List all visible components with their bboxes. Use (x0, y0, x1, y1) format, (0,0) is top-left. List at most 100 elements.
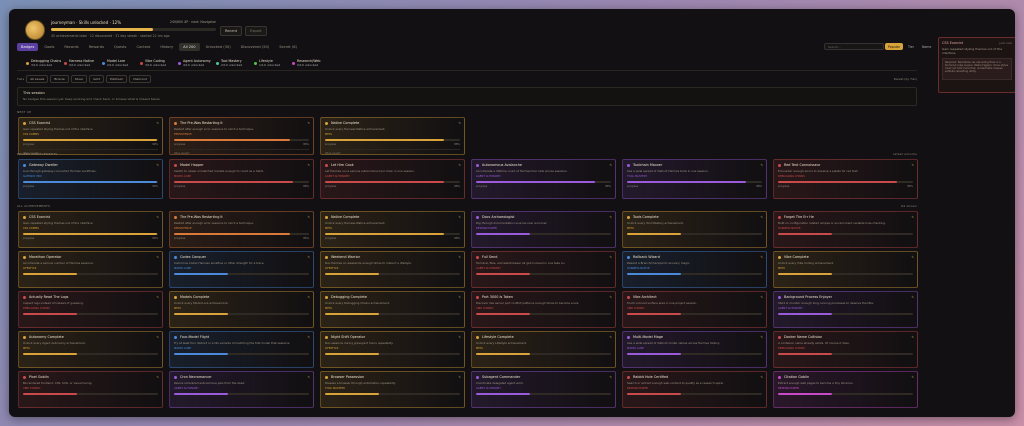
achievement-card[interactable]: CSS Exorcist Gain repeated styling themes… (18, 211, 163, 248)
achievement-card[interactable]: Citation Goblin Extract enough web pages … (773, 371, 918, 408)
pin-icon[interactable]: ✎ (156, 215, 159, 219)
pin-icon[interactable]: ✎ (609, 335, 612, 339)
achievement-card[interactable]: Docker Name Collision A container name al… (773, 331, 918, 368)
pin-icon[interactable]: ✎ (156, 335, 159, 339)
filter-name[interactable]: Name (919, 43, 934, 50)
category-debugging-chains[interactable]: Debugging Chains 3/10 unlocked (26, 59, 61, 70)
tier-chip[interactable]: Gold (89, 75, 105, 83)
category-research-web[interactable]: Research/Web 0/10 unlocked (292, 59, 320, 70)
achievement-card[interactable]: Rabbit Hole Certified Search or extract e… (622, 371, 767, 408)
pin-icon[interactable]: ✎ (307, 295, 310, 299)
achievement-card[interactable]: Models Complete Unlock every Model Lore a… (169, 291, 314, 328)
recent-button[interactable]: Recent (220, 26, 243, 36)
search-input[interactable]: Search... (824, 43, 884, 50)
tier-chip[interactable]: Bronze (50, 75, 69, 83)
achievement-card[interactable]: Night Shift Operator Run sessions during … (320, 331, 465, 368)
pin-icon[interactable]: ✎ (458, 215, 461, 219)
pin-icon[interactable]: ✎ (911, 335, 914, 339)
achievement-card[interactable]: Weekend Warrior Run Hermes on weekends en… (320, 251, 465, 288)
pin-icon[interactable]: ✎ (307, 335, 310, 339)
pin-icon[interactable]: ✎ (458, 121, 461, 125)
pin-icon[interactable]: ✎ (458, 335, 461, 339)
tab-records[interactable]: Records (60, 43, 82, 51)
achievement-card[interactable]: Model Hopper Switch to newer unmatched mo… (169, 159, 314, 199)
tab-discovered-50[interactable]: Discovered (50) (237, 43, 274, 51)
pin-icon[interactable]: ✎ (609, 163, 612, 167)
tab-unlocked-30[interactable]: Unlocked (30) (202, 43, 235, 51)
achievement-card[interactable]: Autonomous Avalanche Accumulate a lifetim… (471, 159, 616, 199)
tab-badges[interactable]: Badges (17, 43, 39, 51)
rarest-toggle[interactable]: Rarest (by Tier) (894, 77, 917, 81)
tab-history[interactable]: History (156, 43, 177, 51)
achievement-card[interactable]: Toolchain Maxxer Use a wide spread of dis… (622, 159, 767, 199)
pin-icon[interactable]: ✎ (307, 215, 310, 219)
pin-icon[interactable]: ✎ (760, 255, 763, 259)
pin-icon[interactable]: ✎ (609, 215, 612, 219)
category-harness-native[interactable]: Harness Native 0/10 unlocked (64, 59, 94, 70)
tab-goals[interactable]: Goals (40, 43, 58, 51)
tier-chip[interactable]: Platinum (106, 75, 128, 83)
achievement-card[interactable]: Lifestyle Complete Unlock every Lifestyle… (471, 331, 616, 368)
pin-icon[interactable]: ✎ (609, 255, 612, 259)
achievement-card[interactable]: Forget The Err He Built on configuration … (773, 211, 918, 248)
pin-icon[interactable]: ✎ (458, 375, 461, 379)
achievement-card[interactable]: Marathon Operator Accumulate a serious nu… (18, 251, 163, 288)
pin-icon[interactable]: ✎ (609, 375, 612, 379)
pin-icon[interactable]: ✎ (911, 295, 914, 299)
achievement-card[interactable]: Let Him Cook Let Hermes run a serious aut… (320, 159, 465, 199)
achievement-card[interactable]: Port 3000 Is Taken Discover dev server po… (471, 291, 616, 328)
achievement-card[interactable]: Gateway Dweller Live through gateway-conn… (18, 159, 163, 199)
pin-icon[interactable]: ✎ (911, 255, 914, 259)
pin-icon[interactable]: ✎ (760, 335, 763, 339)
achievement-card[interactable]: The Pre-Was Restarting It Restart after e… (169, 117, 314, 155)
pin-icon[interactable]: ✎ (609, 295, 612, 299)
achievement-card[interactable]: CSS Exorcist Gain repeated styling themes… (18, 117, 163, 155)
achievement-card[interactable]: Full Send Terminal, files, and web/browse… (471, 251, 616, 288)
tab-all-200[interactable]: All 200 (179, 43, 200, 51)
tier-chip[interactable]: All Levels (26, 75, 49, 83)
achievement-card[interactable]: Vibe Complete Unlock every Vibe Coding ac… (773, 251, 918, 288)
pin-icon[interactable]: ✎ (307, 375, 310, 379)
achievement-card[interactable]: The Pre-Was Restarting It Restart after e… (169, 211, 314, 248)
achievement-card[interactable]: Four-Model Flight Try at least four disti… (169, 331, 314, 368)
achievement-card[interactable]: Subagent Commander Coordinate delegated a… (471, 371, 616, 408)
achievement-card[interactable]: Actually Read The Logs Inspect logs inste… (18, 291, 163, 328)
achievement-card[interactable]: Tools Complete Unlock every Tool Mastery … (622, 211, 767, 248)
pin-icon[interactable]: ✎ (760, 295, 763, 299)
pin-icon[interactable]: ✎ (156, 255, 159, 259)
achievement-card[interactable]: Vibe Architect Touch a broad surface area… (622, 291, 767, 328)
pin-icon[interactable]: ✎ (458, 255, 461, 259)
achievement-card[interactable]: Docs Archaeologist Dig through documentat… (471, 211, 616, 248)
export-button[interactable]: Export (245, 26, 267, 36)
achievement-card[interactable]: Multi-Model Mage Use a wide spread of dis… (622, 331, 767, 368)
category-agent-autonomy[interactable]: Agent Autonomy 4/10 unlocked (178, 59, 211, 70)
category-tool-mastery[interactable]: Tool Mastery 2/10 unlocked (216, 59, 242, 70)
tab-rewards[interactable]: Rewards (85, 43, 108, 51)
filter-tier[interactable]: Tier (905, 43, 917, 50)
pin-icon[interactable]: ✎ (156, 375, 159, 379)
achievement-card[interactable]: Native Complete Unlock every Harness Nati… (320, 211, 465, 248)
tier-chip[interactable]: Silver (70, 75, 88, 83)
pin-icon[interactable]: ✎ (307, 163, 310, 167)
pin-icon[interactable]: ✎ (458, 295, 461, 299)
category-lifestyle[interactable]: Lifestyle 1/10 unlocked (254, 59, 280, 70)
achievement-card[interactable]: Pixel Goblin Be rendered frontend, CSS, S… (18, 371, 163, 408)
category-vibe-coding[interactable]: Vibe Coding 3/10 unlocked (140, 59, 166, 70)
filter-popular[interactable]: Popular (885, 43, 903, 50)
achievement-card[interactable]: Cron Necromancer Revive scheduled autonom… (169, 371, 314, 408)
avatar[interactable] (25, 20, 45, 40)
achievement-card[interactable]: Autonomy Complete Unlock every Agent Auto… (18, 331, 163, 368)
pin-icon[interactable]: ✎ (156, 163, 159, 167)
pin-icon[interactable]: ✎ (458, 163, 461, 167)
pin-icon[interactable]: ✎ (156, 121, 159, 125)
achievement-card[interactable]: Background Process Enjoyer Start or monit… (773, 291, 918, 328)
pin-icon[interactable]: ✎ (760, 215, 763, 219)
achievement-card[interactable]: Red Text Connoisseur Encounter enough err… (773, 159, 918, 199)
achievement-card[interactable]: Rollback Wizard Rewind a Branch/checkpoin… (622, 251, 767, 288)
pin-icon[interactable]: ✎ (911, 375, 914, 379)
tab-quests[interactable]: Quests (110, 43, 130, 51)
achievement-card[interactable]: Debugging Complete Unlock every Debugging… (320, 291, 465, 328)
pin-icon[interactable]: ✎ (911, 215, 914, 219)
category-model-lore[interactable]: Model Lore 2/10 unlocked (102, 59, 128, 70)
pin-icon[interactable]: ✎ (760, 375, 763, 379)
